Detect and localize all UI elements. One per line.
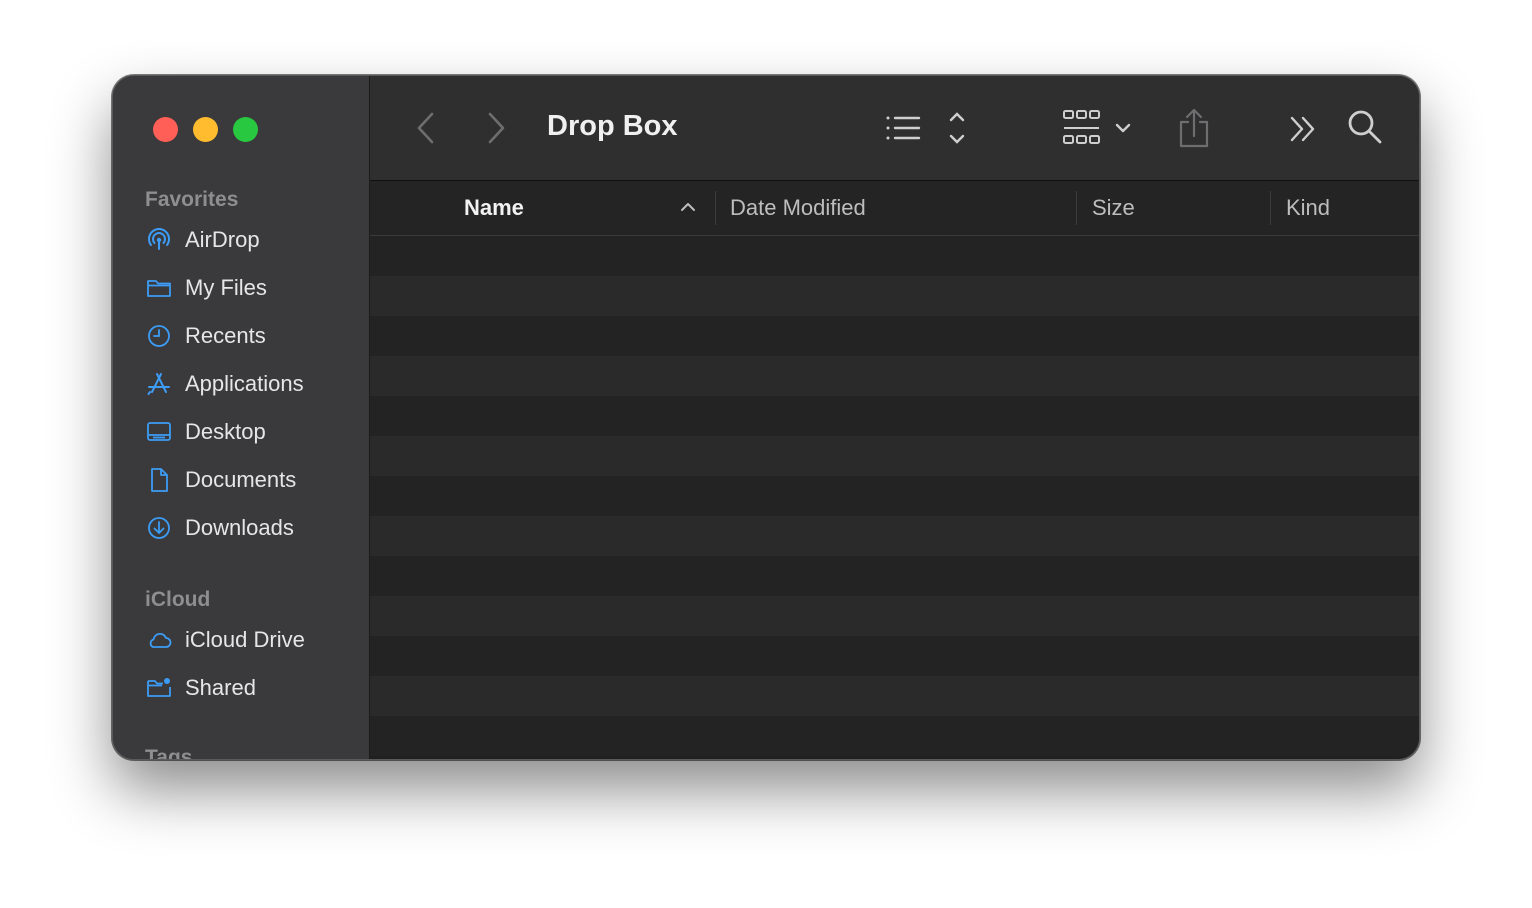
group-button[interactable] [1062, 108, 1134, 148]
section-title-tags: Tags [145, 746, 193, 760]
window-title: Drop Box [547, 110, 678, 142]
column-size[interactable]: Size [1092, 181, 1135, 235]
sidebar-item-label: Recents [185, 323, 266, 348]
share-button[interactable] [1176, 106, 1212, 150]
section-title-favorites: Favorites [145, 188, 239, 211]
search-button[interactable] [1346, 108, 1384, 146]
main-content: Drop Box Name Date Modified Size Kind [370, 76, 1419, 759]
sidebar-item-label: My Files [185, 275, 267, 300]
toolbar: Drop Box [370, 76, 1419, 181]
sidebar-item-airdrop[interactable]: AirDrop [145, 220, 260, 260]
sidebar-item-shared[interactable]: Shared [145, 668, 256, 708]
sidebar-item-desktop[interactable]: Desktop [145, 412, 266, 452]
section-title-icloud: iCloud [145, 588, 211, 611]
column-header: Name Date Modified Size Kind [370, 181, 1419, 236]
empty-row [370, 516, 1419, 556]
folder-icon [147, 280, 171, 297]
chevron-up-icon [681, 203, 695, 211]
airdrop-icon [148, 228, 170, 250]
desktop-icon [147, 422, 171, 441]
empty-row [370, 596, 1419, 636]
empty-row [370, 716, 1419, 756]
more-toolbar-button[interactable] [1288, 114, 1318, 144]
empty-row [370, 676, 1419, 716]
file-list[interactable] [370, 236, 1419, 759]
empty-row [370, 236, 1419, 276]
close-button[interactable] [153, 117, 178, 142]
column-divider[interactable] [1076, 191, 1077, 225]
empty-row [370, 316, 1419, 356]
sidebar-item-label: Downloads [185, 515, 294, 540]
sidebar-item-label: iCloud Drive [185, 627, 305, 652]
sidebar-item-documents[interactable]: Documents [145, 460, 296, 500]
sidebar-item-icloud-drive[interactable]: iCloud Drive [145, 620, 305, 660]
empty-row [370, 636, 1419, 676]
chevron-right-icon [488, 112, 505, 144]
column-name[interactable]: Name [464, 181, 704, 235]
empty-row [370, 436, 1419, 476]
empty-row [370, 356, 1419, 396]
applications-icon [147, 373, 170, 395]
sidebar-item-recents[interactable]: Recents [145, 316, 266, 356]
zoom-button[interactable] [233, 117, 258, 142]
sidebar-item-downloads[interactable]: Downloads [145, 508, 294, 548]
double-chevron-right-icon [1290, 116, 1315, 142]
sidebar-item-label: Documents [185, 467, 297, 492]
empty-row [370, 276, 1419, 316]
back-button[interactable] [410, 110, 442, 146]
document-icon [151, 468, 168, 492]
window-controls [153, 117, 258, 142]
grid-group-icon [1063, 110, 1131, 144]
sidebar-item-applications[interactable]: Applications [145, 364, 304, 404]
empty-row [370, 476, 1419, 516]
column-name-label: Name [464, 195, 524, 220]
column-divider[interactable] [715, 191, 716, 225]
minimize-button[interactable] [193, 117, 218, 142]
cloud-icon [149, 632, 172, 648]
sidebar-item-label: Applications [185, 371, 304, 396]
column-kind[interactable]: Kind [1286, 181, 1330, 235]
sidebar: Favorites AirDrop My Files Recents Appli… [113, 76, 370, 759]
shared-folder-icon [147, 678, 171, 697]
share-icon [1179, 108, 1209, 148]
list-view-icon [886, 112, 965, 144]
empty-row [370, 396, 1419, 436]
forward-button[interactable] [480, 110, 512, 146]
sidebar-item-label: Shared [185, 675, 256, 700]
clock-icon [148, 325, 170, 347]
view-options-button[interactable] [885, 110, 965, 146]
sidebar-item-label: AirDrop [185, 227, 260, 252]
sidebar-item-label: Desktop [185, 419, 266, 444]
empty-row [370, 556, 1419, 596]
search-icon [1348, 110, 1382, 144]
download-icon [148, 517, 170, 539]
chevron-left-icon [417, 112, 434, 144]
column-divider[interactable] [1270, 191, 1271, 225]
column-date-modified[interactable]: Date Modified [730, 181, 866, 235]
finder-window: Favorites AirDrop My Files Recents Appli… [112, 75, 1420, 760]
sidebar-item-my-files[interactable]: My Files [145, 268, 267, 308]
